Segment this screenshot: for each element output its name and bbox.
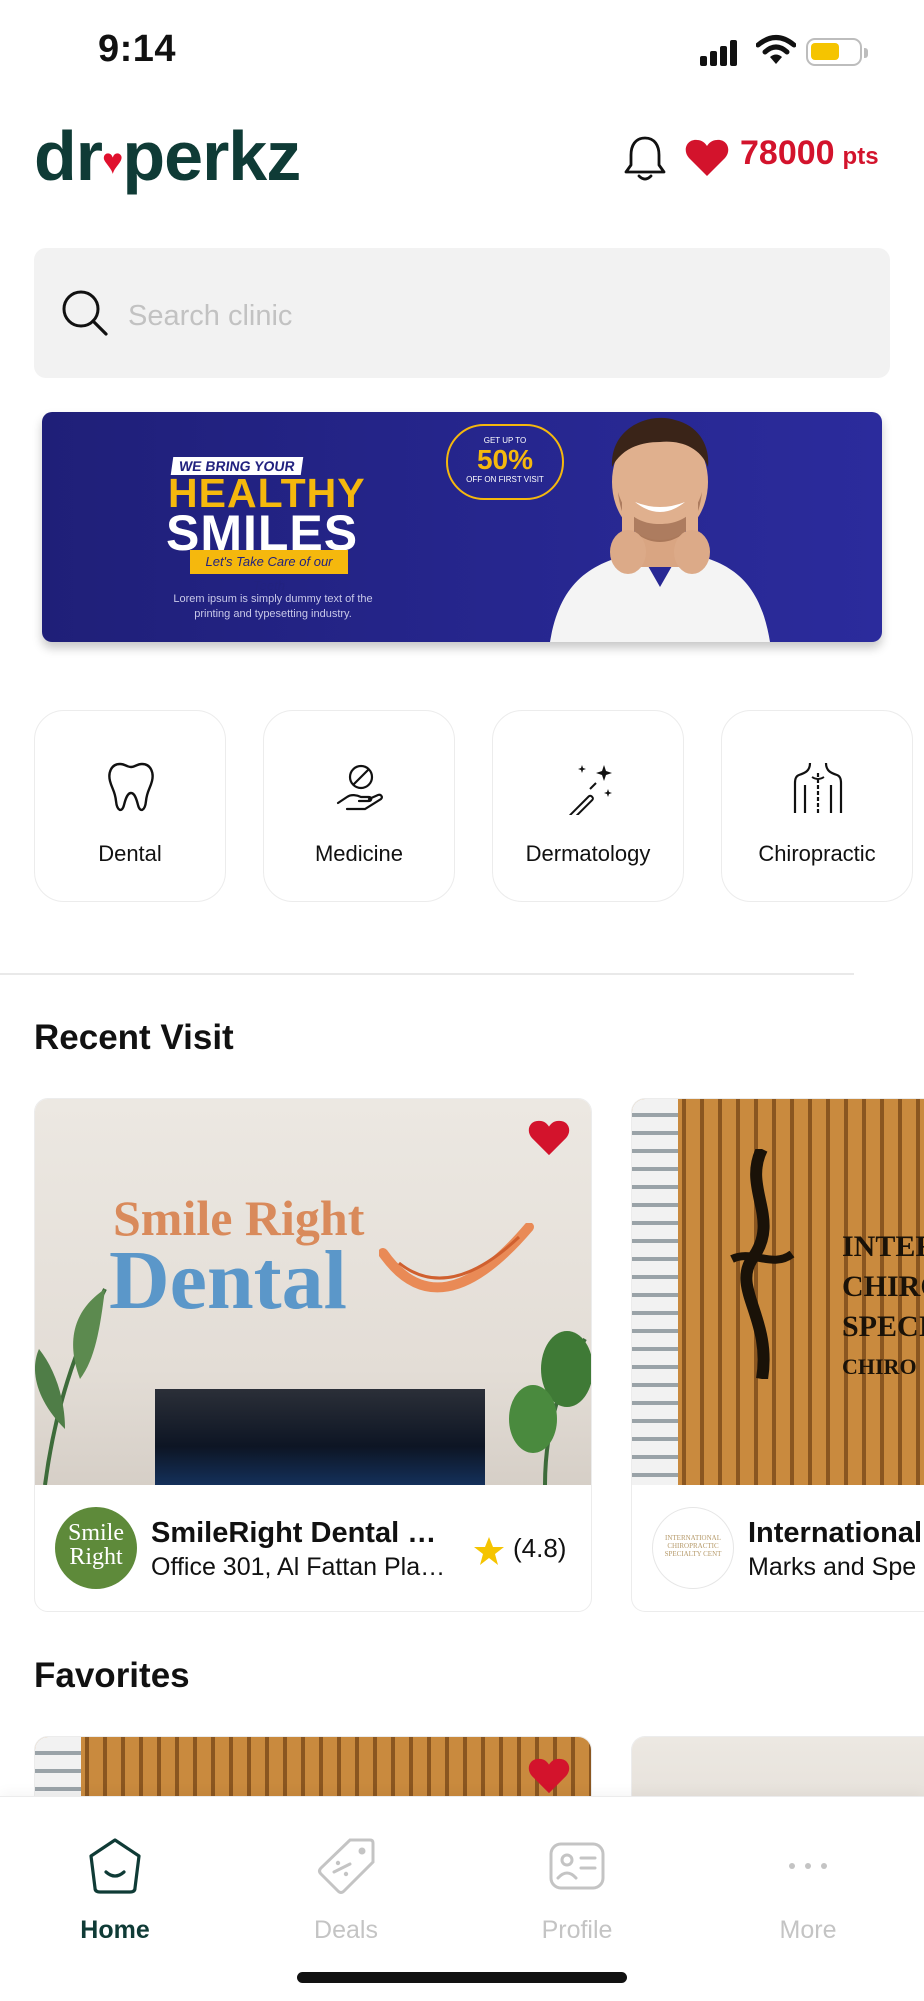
category-label: Dental [98, 841, 162, 866]
avatar-text: SPECIALTY CENT [664, 1550, 722, 1558]
favorite-heart-icon[interactable] [527, 1119, 571, 1157]
nav-more[interactable]: More [718, 1828, 898, 1968]
status-time: 9:14 [98, 28, 177, 70]
plant-left [35, 1288, 107, 1485]
battery-cap [864, 48, 868, 58]
star-icon [474, 1537, 504, 1565]
plant-right [509, 1331, 591, 1485]
nav-home[interactable]: Home [25, 1828, 205, 1968]
category-label: Medicine [314, 841, 404, 866]
clinic-avatar: Smile Right [55, 1507, 137, 1589]
sign-line: SPECIA [842, 1310, 924, 1343]
profile-card-icon [549, 1842, 605, 1890]
avatar-text: Smile [67, 1520, 124, 1546]
search-input[interactable] [126, 292, 830, 340]
category-chiropractic[interactable]: Chiropractic [721, 710, 913, 902]
sign-line: CHIRO [842, 1270, 924, 1303]
category-medicine[interactable]: Medicine [263, 710, 455, 902]
section-divider [0, 973, 854, 975]
category-dermatology[interactable]: Dermatology [492, 710, 684, 902]
avatar-text: Right [69, 1544, 123, 1570]
nav-label: Profile [541, 1916, 613, 1944]
recent-visit-title: Recent Visit [34, 1018, 234, 1057]
clinic-avatar: INTERNATIONAL CHIROPRACTIC SPECIALTY CEN… [652, 1507, 734, 1589]
clinic-photo: Smile Right Dental [35, 1099, 591, 1485]
clinic-address: Office 301, Al Fattan Plaz... [151, 1553, 451, 1581]
nav-deals[interactable]: Deals [256, 1828, 436, 1968]
sign-logo-graphic [730, 1149, 795, 1379]
aquarium-stand [155, 1389, 485, 1485]
nav-label: More [779, 1916, 837, 1944]
sign-line: INTER [842, 1230, 924, 1263]
category-label: Dermatology [525, 841, 651, 866]
clinic-name: International [748, 1517, 923, 1549]
sign-line: CHIRO [842, 1354, 917, 1379]
app-logo: dr♥perkz [34, 117, 301, 195]
nav-profile[interactable]: Profile [487, 1828, 667, 1968]
battery-icon [806, 38, 862, 66]
banner-body: Lorem ipsum is simply dummy text of the … [173, 593, 373, 620]
clinic-photo: INTER CHIRO SPECIA CHIRO [632, 1099, 924, 1485]
clinic-address: Marks and Spe [748, 1553, 917, 1581]
spine-body-icon [793, 762, 843, 813]
wifi-icon [756, 35, 796, 64]
magic-wand-icon [568, 765, 612, 815]
notification-bell-icon[interactable] [622, 134, 668, 184]
favorites-title: Favorites [34, 1656, 190, 1695]
home-indicator [297, 1972, 627, 1983]
clinic-card[interactable]: Smile Right Dental Smile Right SmileRigh… [34, 1098, 592, 1612]
search-icon [62, 290, 108, 336]
nav-label: Deals [314, 1916, 378, 1944]
points-unit: pts [842, 143, 879, 170]
points-value: 78000 [740, 134, 835, 172]
clinic-rating: (4.8) [513, 1533, 567, 1563]
points-heart-icon [685, 139, 729, 176]
avatar-text: INTERNATIONAL [665, 1534, 721, 1542]
clinic-name: SmileRight Dental C... [151, 1517, 451, 1549]
points-balance[interactable]: 78000 pts [740, 134, 879, 173]
banner-smiling-man-image [550, 417, 770, 642]
avatar-text: CHIROPRACTIC [667, 1542, 719, 1550]
sign-line-2: Dental [109, 1234, 347, 1327]
favorite-heart-icon[interactable] [527, 1757, 571, 1795]
category-label: Chiropractic [758, 841, 876, 866]
clinic-card[interactable]: INTER CHIRO SPECIA CHIRO INTERNATIONAL C… [631, 1098, 924, 1612]
banner-tagline: Let's Take Care of our Teeth [190, 550, 348, 593]
pill-hand-icon [336, 764, 383, 811]
tooth-icon [108, 762, 154, 812]
tag-icon [318, 1838, 375, 1894]
home-icon [89, 1838, 141, 1894]
more-dots-icon [789, 1863, 827, 1869]
cellular-signal-icon [700, 40, 737, 66]
category-dental[interactable]: Dental [34, 710, 226, 902]
nav-label: Home [80, 1916, 150, 1944]
